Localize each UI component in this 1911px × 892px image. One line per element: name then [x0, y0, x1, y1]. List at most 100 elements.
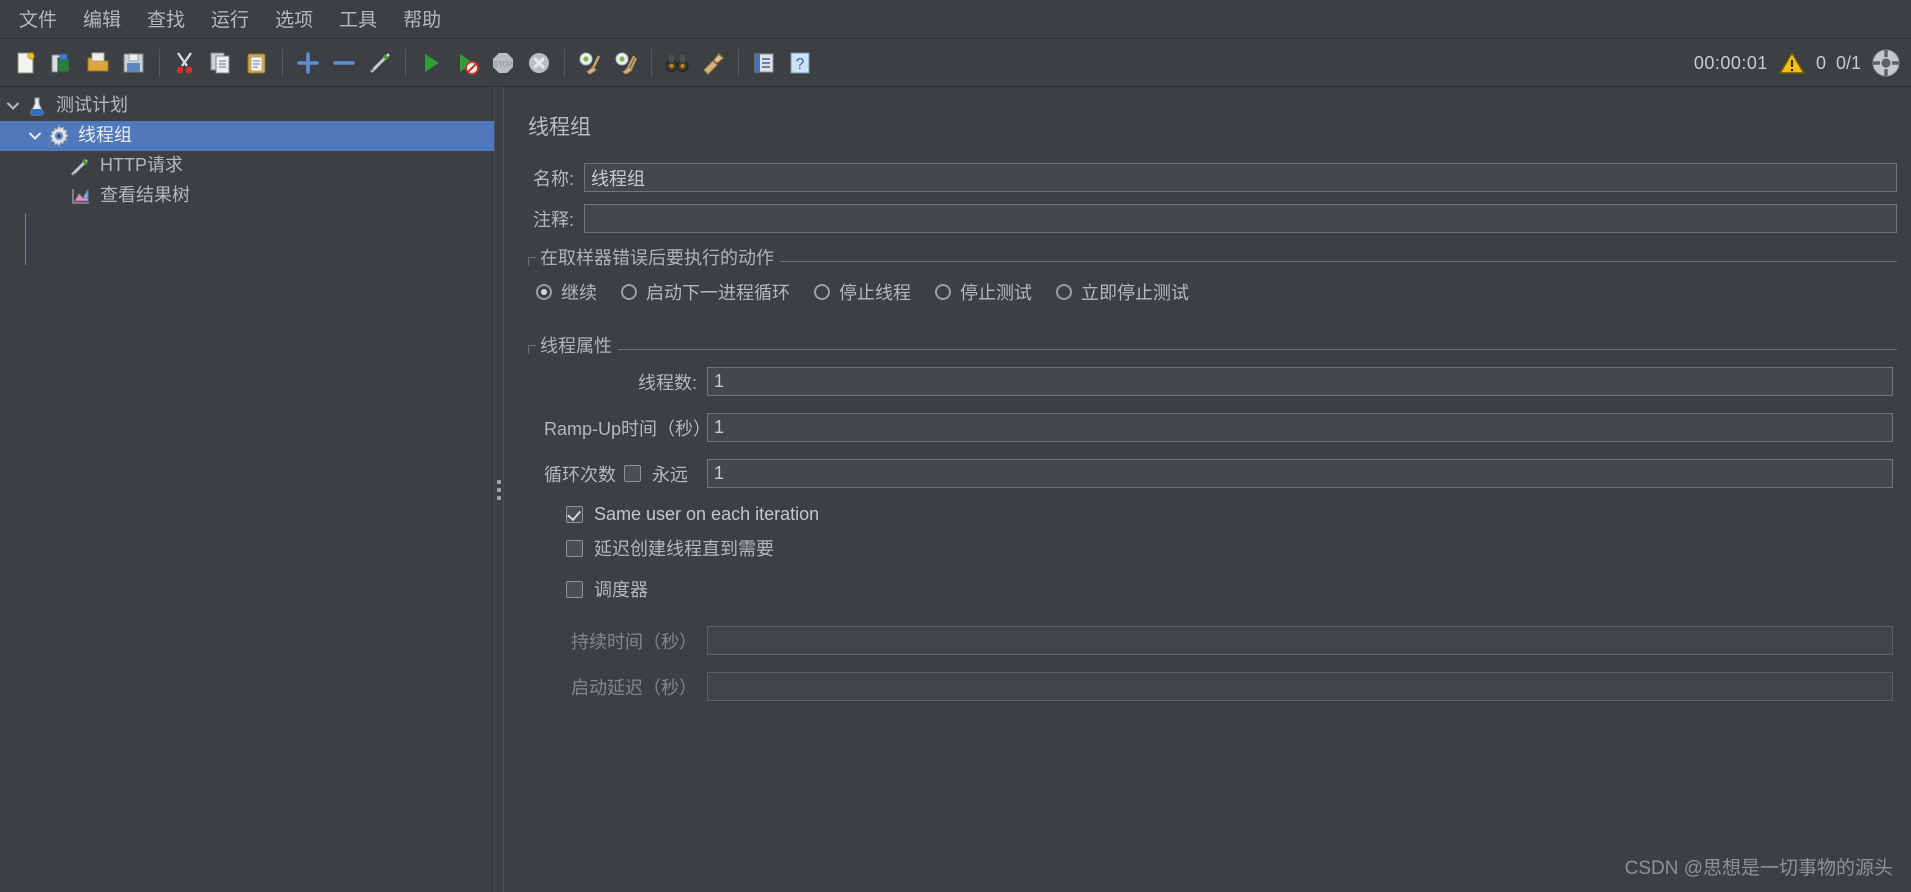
loop-count-input[interactable] [707, 459, 1893, 488]
scheduler-checkbox[interactable]: 调度器 [566, 576, 1893, 602]
clear-gear-icon[interactable] [572, 44, 608, 82]
warning-count: 0 [1815, 52, 1826, 73]
name-input[interactable] [584, 163, 1897, 192]
toolbar-separator-6 [738, 48, 739, 77]
loop-count-label: 循环次数 [544, 464, 616, 485]
tree-node-test-plan[interactable]: 测试计划 [0, 91, 494, 121]
stop-icon[interactable]: STOP [485, 44, 521, 82]
ramp-up-input[interactable] [707, 413, 1893, 442]
http-request-pen-icon [68, 154, 94, 178]
toolbar-separator-1 [159, 48, 160, 77]
same-user-indicator [566, 506, 583, 523]
remove-minus-icon[interactable] [326, 44, 362, 82]
radio-stop-test-now-label: 立即停止测试 [1081, 283, 1189, 303]
warning-triangle-icon[interactable] [1778, 50, 1806, 76]
group-corner [528, 345, 536, 354]
cut-scissors-icon[interactable] [167, 44, 203, 82]
reset-search-icon[interactable] [695, 44, 731, 82]
main-split: 测试计划 线程组 HTTP请求 查看结果树 线程组 名称: 线程组 注释: 在取… [0, 87, 1911, 892]
delay-thread-creation-checkbox[interactable]: 延迟创建线程直到需要 [566, 535, 1893, 561]
num-threads-input[interactable] [707, 367, 1893, 396]
search-binoculars-icon[interactable] [659, 44, 695, 82]
split-handle-dots [497, 479, 501, 500]
function-helper-icon[interactable] [746, 44, 782, 82]
radio-stop-test[interactable]: 停止测试 [935, 279, 1032, 305]
toolbar-group-run: STOP [413, 44, 557, 82]
open-folder-icon[interactable] [80, 44, 116, 82]
radio-stop-thread-indicator [814, 284, 830, 300]
toggle-pen-icon[interactable] [362, 44, 398, 82]
start-no-pauses-icon[interactable] [449, 44, 485, 82]
split-divider[interactable] [494, 87, 504, 892]
toolbar: STOP ? 00:00:01 0 0/1 [0, 39, 1911, 87]
templates-icon[interactable] [44, 44, 80, 82]
test-plan-flask-icon [24, 94, 50, 118]
menu-help[interactable]: 帮助 [390, 1, 454, 38]
ramp-up-label: Ramp-Up时间（秒）: [544, 418, 717, 439]
chevron-down-icon[interactable] [2, 95, 24, 117]
threads-running-count: 0/1 [1835, 52, 1861, 73]
loop-count-row: 循环次数 永远 [544, 459, 1893, 488]
startup-delay-input[interactable] [707, 672, 1893, 701]
toolbar-group-clear [572, 44, 644, 82]
group-header: 线程属性 [528, 335, 1897, 356]
sampler-error-action-radios: 继续 启动下一进程循环 停止线程 停止测试 立即停止测试 [528, 273, 1897, 307]
radio-continue-indicator [536, 284, 552, 300]
shutdown-icon[interactable] [521, 44, 557, 82]
tree-node-test-plan-label: 测试计划 [56, 95, 128, 115]
duration-row: 持续时间（秒） [544, 626, 1893, 655]
toolbar-separator-2 [282, 48, 283, 77]
menu-run[interactable]: 运行 [198, 1, 262, 38]
tree-node-thread-group[interactable]: 线程组 [0, 121, 494, 151]
menu-tools[interactable]: 工具 [326, 1, 390, 38]
thread-group-config-panel: 线程组 名称: 注释: 在取样器错误后要执行的动作 [504, 87, 1911, 892]
menu-file[interactable]: 文件 [6, 1, 70, 38]
toolbar-group-help: ? [746, 44, 818, 82]
group-header: 在取样器错误后要执行的动作 [528, 247, 1897, 268]
radio-start-next-loop[interactable]: 启动下一进程循环 [621, 279, 790, 305]
group-line [780, 261, 1897, 262]
thread-properties-body: 线程数: Ramp-Up时间（秒）: 循环次数 永远 [528, 361, 1897, 715]
same-user-checkbox[interactable]: Same user on each iteration [566, 504, 1893, 525]
thread-properties-title: 线程属性 [540, 336, 612, 356]
tree-node-http-request-label: HTTP请求 [100, 155, 183, 175]
radio-stop-thread-label: 停止线程 [839, 283, 911, 303]
toolbar-group-tree [290, 44, 398, 82]
menu-bar: 文件 编辑 查找 运行 选项 工具 帮助 [0, 0, 1911, 39]
svg-text:?: ? [796, 56, 805, 73]
comment-input[interactable] [584, 204, 1897, 233]
menu-options[interactable]: 选项 [262, 1, 326, 38]
add-plus-icon[interactable] [290, 44, 326, 82]
start-play-icon[interactable] [413, 44, 449, 82]
test-plan-tree: 测试计划 线程组 HTTP请求 查看结果树 [0, 87, 494, 892]
menu-edit[interactable]: 编辑 [70, 1, 134, 38]
radio-stop-test-now[interactable]: 立即停止测试 [1056, 279, 1189, 305]
name-label: 名称: [532, 168, 574, 189]
new-document-icon[interactable] [8, 44, 44, 82]
tree-connector-line [25, 213, 26, 265]
copy-icon[interactable] [203, 44, 239, 82]
help-icon[interactable]: ? [782, 44, 818, 82]
menu-search[interactable]: 查找 [134, 1, 198, 38]
startup-delay-label: 启动延迟（秒） [571, 677, 697, 698]
duration-input[interactable] [707, 626, 1893, 655]
loop-forever-checkbox[interactable]: 永远 [624, 461, 707, 487]
chevron-down-icon[interactable] [24, 125, 46, 147]
save-disk-icon[interactable] [116, 44, 152, 82]
tree-node-http-request[interactable]: HTTP请求 [0, 151, 494, 181]
radio-stop-test-now-indicator [1056, 284, 1072, 300]
sampler-error-action-group: 在取样器错误后要执行的动作 继续 启动下一进程循环 停止线程 停止测试 立即停止… [528, 247, 1897, 313]
clear-all-gear-icon[interactable] [608, 44, 644, 82]
radio-continue-label: 继续 [561, 283, 597, 303]
tree-node-thread-group-label: 线程组 [78, 125, 132, 145]
toolbar-group-search [659, 44, 731, 82]
radio-stop-thread[interactable]: 停止线程 [814, 279, 911, 305]
svg-text:STOP: STOP [494, 61, 513, 68]
tree-node-view-results-tree[interactable]: 查看结果树 [0, 181, 494, 211]
radio-start-next-loop-label: 启动下一进程循环 [646, 283, 790, 303]
toolbar-group-file [8, 44, 152, 82]
scheduler-label: 调度器 [594, 580, 648, 600]
paste-clipboard-icon[interactable] [239, 44, 275, 82]
radio-continue[interactable]: 继续 [536, 279, 597, 305]
toolbar-group-edit [167, 44, 275, 82]
